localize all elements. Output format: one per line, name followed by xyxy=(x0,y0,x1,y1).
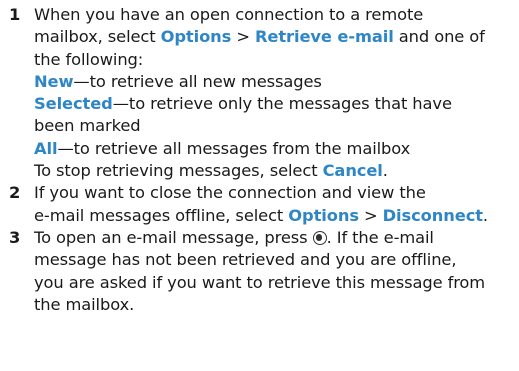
menu-separator: > xyxy=(231,27,255,47)
option-new: New—to retrieve all new messages xyxy=(34,71,519,93)
step-1: 1 When you have an open connection to a … xyxy=(0,4,519,182)
step-1-line-1: When you have an open connection to a re… xyxy=(34,5,424,24)
text-fragment: . xyxy=(482,205,488,225)
menu-separator: > xyxy=(358,205,383,225)
selected-keyword: Selected xyxy=(34,94,113,114)
step-2: 2 If you want to close the connection an… xyxy=(0,182,519,227)
retrieve-email-keyword: Retrieve e-mail xyxy=(254,27,394,47)
step-number: 1 xyxy=(9,5,21,24)
joystick-press-icon xyxy=(312,230,327,245)
option-new-description: —to retrieve all new messages xyxy=(73,71,322,91)
option-selected-description: —to retrieve only the messages that have xyxy=(112,94,452,114)
step-3-line-2: message has not been retrieved and you a… xyxy=(34,250,457,270)
step-3-line-1: To open an e-mail message, press . If th… xyxy=(34,227,519,249)
instruction-list: 1 When you have an open connection to a … xyxy=(0,4,519,316)
option-all: All—to retrieve all messages from the ma… xyxy=(34,138,519,160)
step-3: 3 To open an e-mail message, press . If … xyxy=(0,227,519,316)
step-1-line-3: the following: xyxy=(34,49,144,69)
step-number: 2 xyxy=(9,183,21,203)
options-keyword: Options xyxy=(160,27,232,47)
all-keyword: All xyxy=(34,138,58,158)
new-keyword: New xyxy=(34,71,74,91)
step-1-line-2: mailbox, select Options > Retrieve e-mai… xyxy=(34,26,519,48)
step-3-line-3: you are asked if you want to retrieve th… xyxy=(34,272,486,292)
option-selected-continued: been marked xyxy=(34,116,141,136)
disconnect-keyword: Disconnect xyxy=(382,205,483,225)
stop-instruction: To stop retrieving messages, select Canc… xyxy=(34,160,519,182)
text-fragment: and one of xyxy=(393,27,485,47)
text-fragment: mailbox, select xyxy=(34,27,161,47)
step-3-line-4: the mailbox. xyxy=(34,294,135,314)
option-selected: Selected—to retrieve only the messages t… xyxy=(34,93,519,115)
step-number: 3 xyxy=(9,227,21,247)
text-fragment: To stop retrieving messages, select xyxy=(34,161,323,181)
cancel-keyword: Cancel xyxy=(322,161,383,181)
step-2-line-2: e-mail messages offline, select Options … xyxy=(34,205,519,227)
step-2-line-1: If you want to close the connection and … xyxy=(34,183,426,203)
text-fragment: . If the e-mail xyxy=(326,227,434,247)
text-fragment: . xyxy=(382,161,388,181)
option-all-description: —to retrieve all messages from the mailb… xyxy=(57,138,411,158)
text-fragment: e-mail messages offline, select xyxy=(34,205,289,225)
options-keyword: Options xyxy=(288,205,359,225)
text-fragment: To open an e-mail message, press xyxy=(34,227,313,247)
